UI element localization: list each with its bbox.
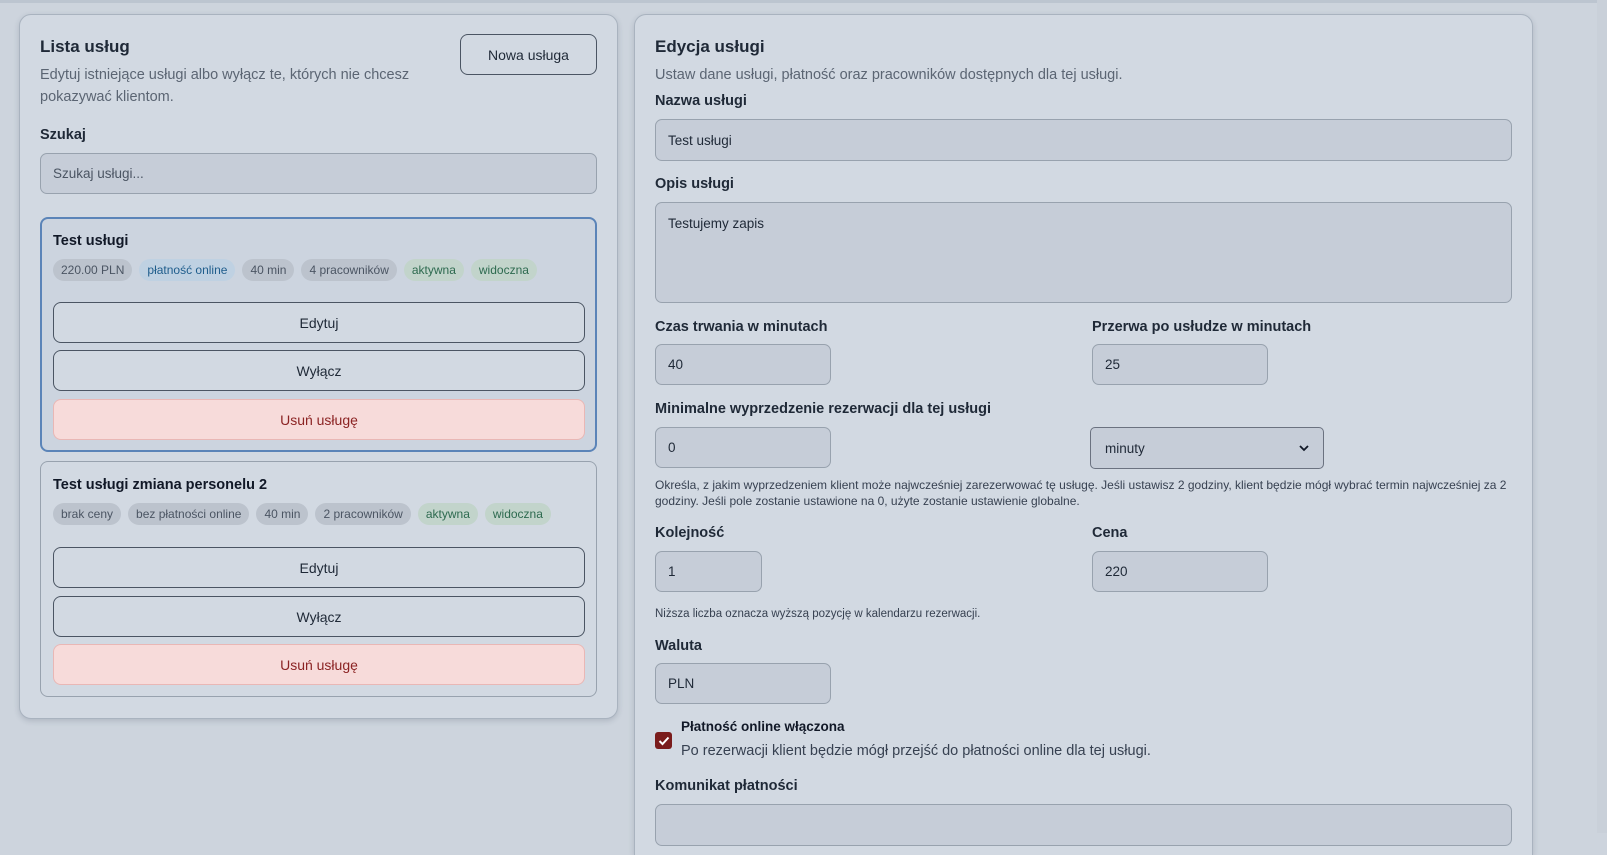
lead-time-label: Minimalne wyprzedzenie rezerwacji dla te…: [655, 401, 992, 417]
lead-time-input[interactable]: 0: [655, 427, 831, 468]
edit-service-button[interactable]: Edytuj: [53, 547, 585, 588]
service-description-textarea[interactable]: Testujemy zapis: [655, 202, 1512, 303]
online-payment-description: Po rezerwacji klient będzie mógł przejść…: [681, 743, 1151, 759]
service-name-label: Nazwa usługi: [655, 93, 747, 109]
price-input[interactable]: 220: [1092, 551, 1268, 592]
break-input[interactable]: 25: [1092, 344, 1268, 385]
search-label: Szukaj: [40, 127, 86, 143]
top-strip: [0, 0, 1607, 3]
chevron-down-icon: [1299, 444, 1309, 452]
order-label: Kolejność: [655, 525, 725, 541]
disable-service-button[interactable]: Wyłącz: [53, 350, 585, 391]
service-name: Test usługi zmiana personelu 2: [53, 477, 268, 493]
service-name-input[interactable]: Test usługi: [655, 119, 1512, 161]
list-title: Lista usług: [40, 37, 130, 56]
page-scrollbar[interactable]: [1597, 0, 1607, 833]
duration-badge: 40 min: [256, 503, 309, 525]
duration-input[interactable]: 40: [655, 344, 831, 385]
service-badges: brak ceny bez płatności online 40 min 2 …: [53, 503, 551, 525]
currency-label: Waluta: [655, 638, 702, 654]
visible-badge: widoczna: [484, 503, 551, 525]
staff-badge: 2 pracowników: [315, 503, 411, 525]
visible-badge: widoczna: [470, 259, 537, 281]
service-description-label: Opis usługi: [655, 176, 734, 192]
payment-badge: płatność online: [139, 259, 236, 281]
break-label: Przerwa po usłudze w minutach: [1092, 319, 1312, 335]
price-label: Cena: [1092, 525, 1128, 541]
duration-label: Czas trwania w minutach: [655, 319, 828, 335]
order-hint: Niższa liczba oznacza wyższą pozycję w k…: [655, 608, 981, 620]
list-description: Edytuj istniejące usługi albo wyłącz te,…: [40, 67, 410, 105]
service-edit-panel: Edycja usługi Ustaw dane usługi, płatnoś…: [634, 14, 1533, 855]
search-input[interactable]: Szukaj usługi...: [40, 153, 597, 194]
payment-badge: bez płatności online: [128, 503, 250, 525]
checkmark-icon: [658, 736, 669, 745]
service-name: Test usługi: [53, 233, 129, 249]
duration-badge: 40 min: [242, 259, 295, 281]
payment-message-input[interactable]: [655, 804, 1512, 846]
active-badge: aktywna: [417, 503, 478, 525]
services-list-panel: Lista usług Edytuj istniejące usługi alb…: [19, 14, 618, 719]
online-payment-label: Płatność online włączona: [681, 719, 845, 734]
service-card[interactable]: Test usługi 220.00 PLN płatność online 4…: [40, 217, 597, 452]
edit-title: Edycja usługi: [655, 37, 765, 56]
delete-service-button[interactable]: Usuń usługę: [53, 644, 585, 685]
delete-service-button[interactable]: Usuń usługę: [53, 399, 585, 440]
online-payment-checkbox[interactable]: [655, 732, 672, 749]
active-badge: aktywna: [403, 259, 464, 281]
payment-message-label: Komunikat płatności: [655, 778, 798, 794]
staff-badge: 4 pracowników: [301, 259, 397, 281]
disable-service-button[interactable]: Wyłącz: [53, 596, 585, 637]
lead-time-hint: Określa, z jakim wyprzedzeniem klient mo…: [655, 478, 1507, 508]
edit-description: Ustaw dane usługi, płatność oraz pracown…: [655, 67, 1123, 83]
edit-service-button[interactable]: Edytuj: [53, 302, 585, 343]
lead-time-unit-value: minuty: [1105, 440, 1145, 456]
price-badge: brak ceny: [53, 503, 122, 525]
service-badges: 220.00 PLN płatność online 40 min 4 prac…: [53, 259, 537, 281]
new-service-button[interactable]: Nowa usługa: [460, 34, 597, 75]
order-input[interactable]: 1: [655, 551, 762, 592]
price-badge: 220.00 PLN: [53, 259, 133, 281]
service-card[interactable]: Test usługi zmiana personelu 2 brak ceny…: [40, 461, 597, 697]
currency-input[interactable]: PLN: [655, 663, 831, 704]
lead-time-unit-select[interactable]: minuty: [1090, 427, 1324, 469]
